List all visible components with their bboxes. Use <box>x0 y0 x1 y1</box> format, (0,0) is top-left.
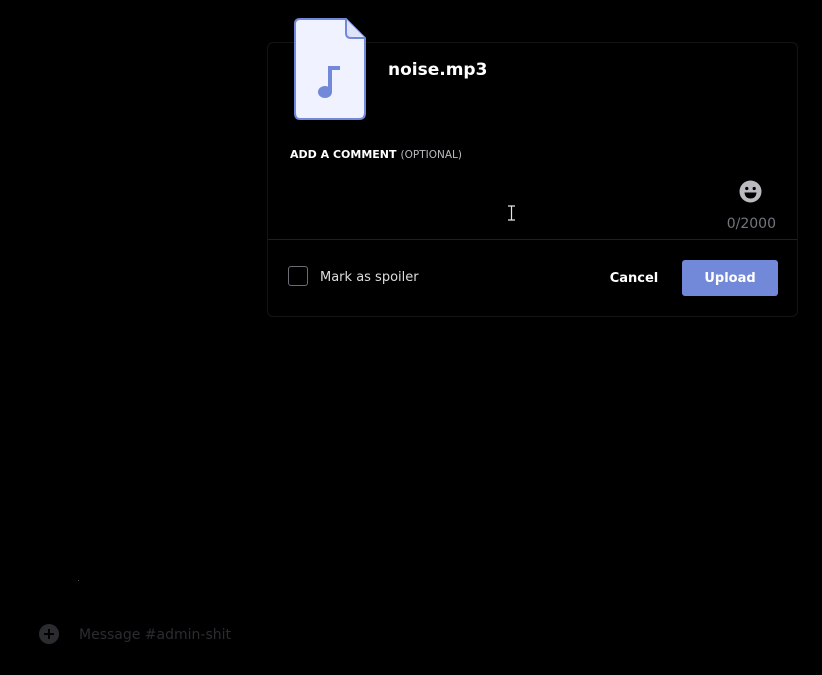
cancel-button[interactable]: Cancel <box>598 260 670 296</box>
emoji-picker-icon[interactable] <box>738 179 763 204</box>
music-file-icon <box>294 18 366 120</box>
spoiler-label[interactable]: Mark as spoiler <box>320 270 419 285</box>
upload-button[interactable]: Upload <box>682 260 778 296</box>
comment-label: ADD A COMMENT (OPTIONAL) <box>290 148 462 161</box>
comment-optional-text: (OPTIONAL) <box>400 149 462 161</box>
text-cursor-icon <box>507 205 516 221</box>
file-name: noise.mp3 <box>388 60 488 80</box>
add-attachment-icon[interactable] <box>39 624 59 644</box>
message-input[interactable] <box>77 624 781 646</box>
comment-label-text: ADD A COMMENT <box>290 148 397 161</box>
character-counter: 0/2000 <box>726 216 776 232</box>
decorative-dot <box>78 580 79 581</box>
modal-divider <box>268 239 797 240</box>
spoiler-checkbox[interactable] <box>288 266 308 286</box>
